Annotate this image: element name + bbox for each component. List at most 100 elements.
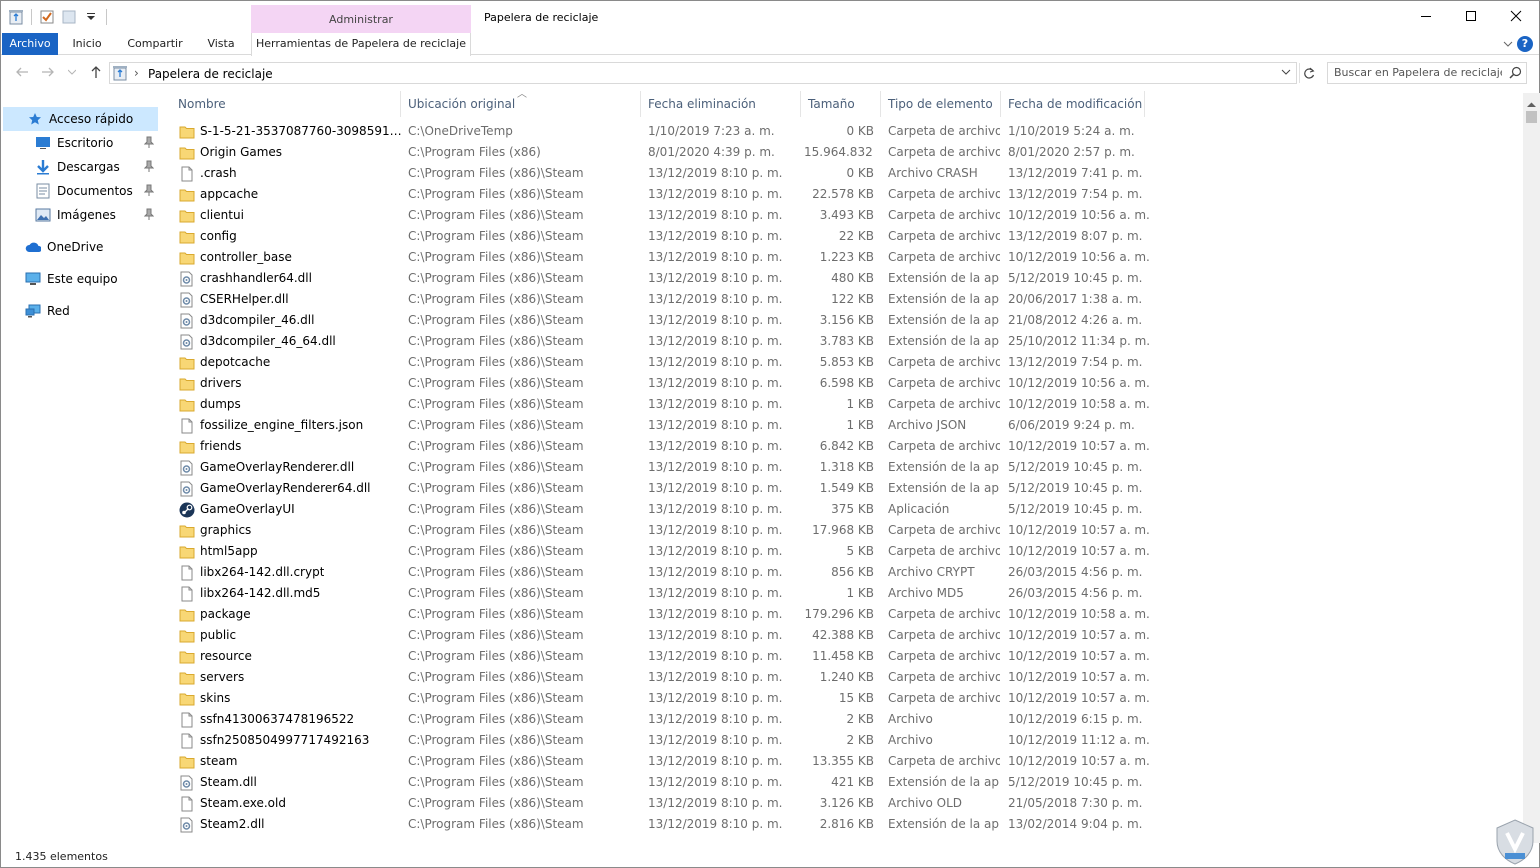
file-type: Carpeta de archivos	[888, 355, 1000, 369]
file-row[interactable]: skins C:\Program Files (x86)\Steam 13/12/2…	[171, 688, 1521, 709]
minimize-button[interactable]	[1403, 1, 1449, 31]
folder-icon	[179, 376, 195, 392]
file-name-cell: skins	[179, 688, 403, 709]
address-dropdown-icon[interactable]	[1281, 65, 1291, 79]
file-row[interactable]: public C:\Program Files (x86)\Steam 13/12/…	[171, 625, 1521, 646]
breadcrumb-chevron-icon[interactable]: ›	[134, 66, 139, 80]
refresh-icon[interactable]	[1299, 63, 1317, 83]
scroll-up-icon[interactable]	[1527, 97, 1536, 111]
file-row[interactable]: dumps C:\Program Files (x86)\Steam 13/12/2…	[171, 394, 1521, 415]
help-icon[interactable]: ?	[1517, 36, 1533, 52]
file-row[interactable]: resource C:\Program Files (x86)\Steam 13/1…	[171, 646, 1521, 667]
file-modified-date: 5/12/2019 10:45 p. m.	[1008, 775, 1143, 789]
address-field[interactable]: › Papelera de reciclaje	[109, 62, 1297, 84]
file-row[interactable]: GameOverlayRenderer.dll C:\Program Files …	[171, 457, 1521, 478]
file-row[interactable]: libx264-142.dll.crypt C:\Program Files (x…	[171, 562, 1521, 583]
file-row[interactable]: CSERHelper.dll C:\Program Files (x86)\Ste…	[171, 289, 1521, 310]
file-deleted-date: 13/12/2019 8:10 p. m.	[648, 439, 783, 453]
search-input[interactable]	[1334, 66, 1502, 79]
file-row[interactable]: Steam2.dll C:\Program Files (x86)\Steam 13…	[171, 814, 1521, 835]
file-name-cell: html5app	[179, 541, 403, 562]
nav-this-pc[interactable]: Este equipo	[3, 267, 158, 291]
address-bar-row: › Papelera de reciclaje	[1, 59, 1539, 87]
new-folder-icon[interactable]	[60, 8, 78, 26]
nav-quick-access-label: Acceso rápido	[49, 112, 134, 126]
tab-archivo[interactable]: Archivo	[2, 33, 58, 55]
search-box[interactable]	[1327, 62, 1527, 84]
file-original-location: C:\Program Files (x86)\Steam	[408, 418, 584, 432]
file-row[interactable]: appcache C:\Program Files (x86)\Steam 13/1…	[171, 184, 1521, 205]
file-row[interactable]: crashhandler64.dll C:\Program Files (x86)…	[171, 268, 1521, 289]
properties-icon[interactable]	[38, 8, 56, 26]
tab-compartir[interactable]: Compartir	[117, 33, 193, 55]
file-row[interactable]: html5app C:\Program Files (x86)\Steam 13/1…	[171, 541, 1521, 562]
file-row[interactable]: depotcache C:\Program Files (x86)\Steam 13…	[171, 352, 1521, 373]
nav-quick-access[interactable]: Acceso rápido	[3, 107, 158, 131]
scrollbar-thumb[interactable]	[1526, 111, 1537, 123]
file-row[interactable]: steam C:\Program Files (x86)\Steam 13/12/2…	[171, 751, 1521, 772]
file-row[interactable]: libx264-142.dll.md5 C:\Program Files (x86…	[171, 583, 1521, 604]
file-modified-date: 25/10/2012 11:34 p. m.	[1008, 334, 1151, 348]
pin-icon[interactable]	[143, 136, 155, 151]
breadcrumb[interactable]: Papelera de reciclaje	[148, 67, 273, 81]
file-row[interactable]: config C:\Program Files (x86)\Steam 13/12/…	[171, 226, 1521, 247]
file-size: 22 KB	[838, 229, 874, 243]
file-row[interactable]: controller_base C:\Program Files (x86)\St…	[171, 247, 1521, 268]
nav-onedrive[interactable]: OneDrive	[3, 235, 158, 259]
file-row[interactable]: Steam.exe.old C:\Program Files (x86)\Stea…	[171, 793, 1521, 814]
file-name: package	[200, 607, 251, 621]
column-location[interactable]: Ubicación original	[401, 91, 641, 117]
file-row[interactable]: .crash C:\Program Files (x86)\Steam 13/12/…	[171, 163, 1521, 184]
column-name[interactable]: Nombre	[171, 91, 401, 117]
file-row[interactable]: fossilize_engine_filters.json C:\Program …	[171, 415, 1521, 436]
file-row[interactable]: Steam.dll C:\Program Files (x86)\Steam 13/…	[171, 772, 1521, 793]
tab-herramientas-papelera[interactable]: Herramientas de Papelera de reciclaje	[251, 33, 471, 56]
nav-network[interactable]: Red	[3, 299, 158, 323]
tab-inicio[interactable]: Inicio	[61, 33, 113, 55]
nav-item-descargas[interactable]: Descargas	[3, 155, 158, 179]
file-row[interactable]: GameOverlayUI C:\Program Files (x86)\Stea…	[171, 499, 1521, 520]
file-row[interactable]: d3dcompiler_46.dll C:\Program Files (x86)…	[171, 310, 1521, 331]
back-icon[interactable]	[13, 63, 31, 81]
file-name-cell: libx264-142.dll.md5	[179, 583, 403, 604]
vertical-scrollbar[interactable]	[1523, 93, 1540, 843]
tab-vista[interactable]: Vista	[197, 33, 245, 55]
file-row[interactable]: d3dcompiler_46_64.dll C:\Program Files (x…	[171, 331, 1521, 352]
recent-locations-icon[interactable]	[63, 63, 81, 81]
file-row[interactable]: GameOverlayRenderer64.dll C:\Program File…	[171, 478, 1521, 499]
file-row[interactable]: clientui C:\Program Files (x86)\Steam 13/1…	[171, 205, 1521, 226]
close-button[interactable]	[1493, 1, 1539, 31]
up-icon[interactable]	[87, 63, 105, 81]
column-modified-date[interactable]: Fecha de modificación	[1001, 91, 1145, 117]
column-type[interactable]: Tipo de elemento	[881, 91, 1001, 117]
nav-item-escritorio[interactable]: Escritorio	[3, 131, 158, 155]
expand-ribbon-icon[interactable]	[1503, 37, 1513, 51]
file-row[interactable]: drivers C:\Program Files (x86)\Steam 13/12…	[171, 373, 1521, 394]
file-name: public	[200, 628, 237, 642]
recycle-bin-icon[interactable]	[7, 8, 25, 26]
pin-icon[interactable]	[143, 184, 155, 199]
pin-icon[interactable]	[143, 160, 155, 175]
file-icon	[179, 796, 195, 812]
pin-icon[interactable]	[143, 208, 155, 223]
file-row[interactable]: friends C:\Program Files (x86)\Steam 13/12…	[171, 436, 1521, 457]
file-row[interactable]: S-1-5-21-3537087760-3098591382-... C:\One…	[171, 121, 1521, 142]
file-original-location: C:\Program Files (x86)\Steam	[408, 502, 584, 516]
customize-qat-icon[interactable]	[82, 8, 100, 26]
column-deleted-date[interactable]: Fecha eliminación	[641, 91, 801, 117]
column-size[interactable]: Tamaño	[801, 91, 881, 117]
file-row[interactable]: servers C:\Program Files (x86)\Steam 13/12…	[171, 667, 1521, 688]
nav-item-documentos[interactable]: Documentos	[3, 179, 158, 203]
file-row[interactable]: Origin Games C:\Program Files (x86) 8/01/2…	[171, 142, 1521, 163]
file-name: controller_base	[200, 250, 292, 264]
file-name: S-1-5-21-3537087760-3098591382-...	[200, 124, 403, 138]
search-icon[interactable]	[1509, 66, 1522, 82]
file-row[interactable]: ssfn41300637478196522 C:\Program Files (x…	[171, 709, 1521, 730]
file-type: Carpeta de archivos	[888, 607, 1000, 621]
file-row[interactable]: graphics C:\Program Files (x86)\Steam 13/1…	[171, 520, 1521, 541]
maximize-button[interactable]	[1448, 1, 1494, 31]
file-row[interactable]: package C:\Program Files (x86)\Steam 13/12…	[171, 604, 1521, 625]
forward-icon[interactable]	[39, 63, 57, 81]
file-row[interactable]: ssfn2508504997717492163 C:\Program Files …	[171, 730, 1521, 751]
nav-item-imagenes[interactable]: Imágenes	[3, 203, 158, 227]
